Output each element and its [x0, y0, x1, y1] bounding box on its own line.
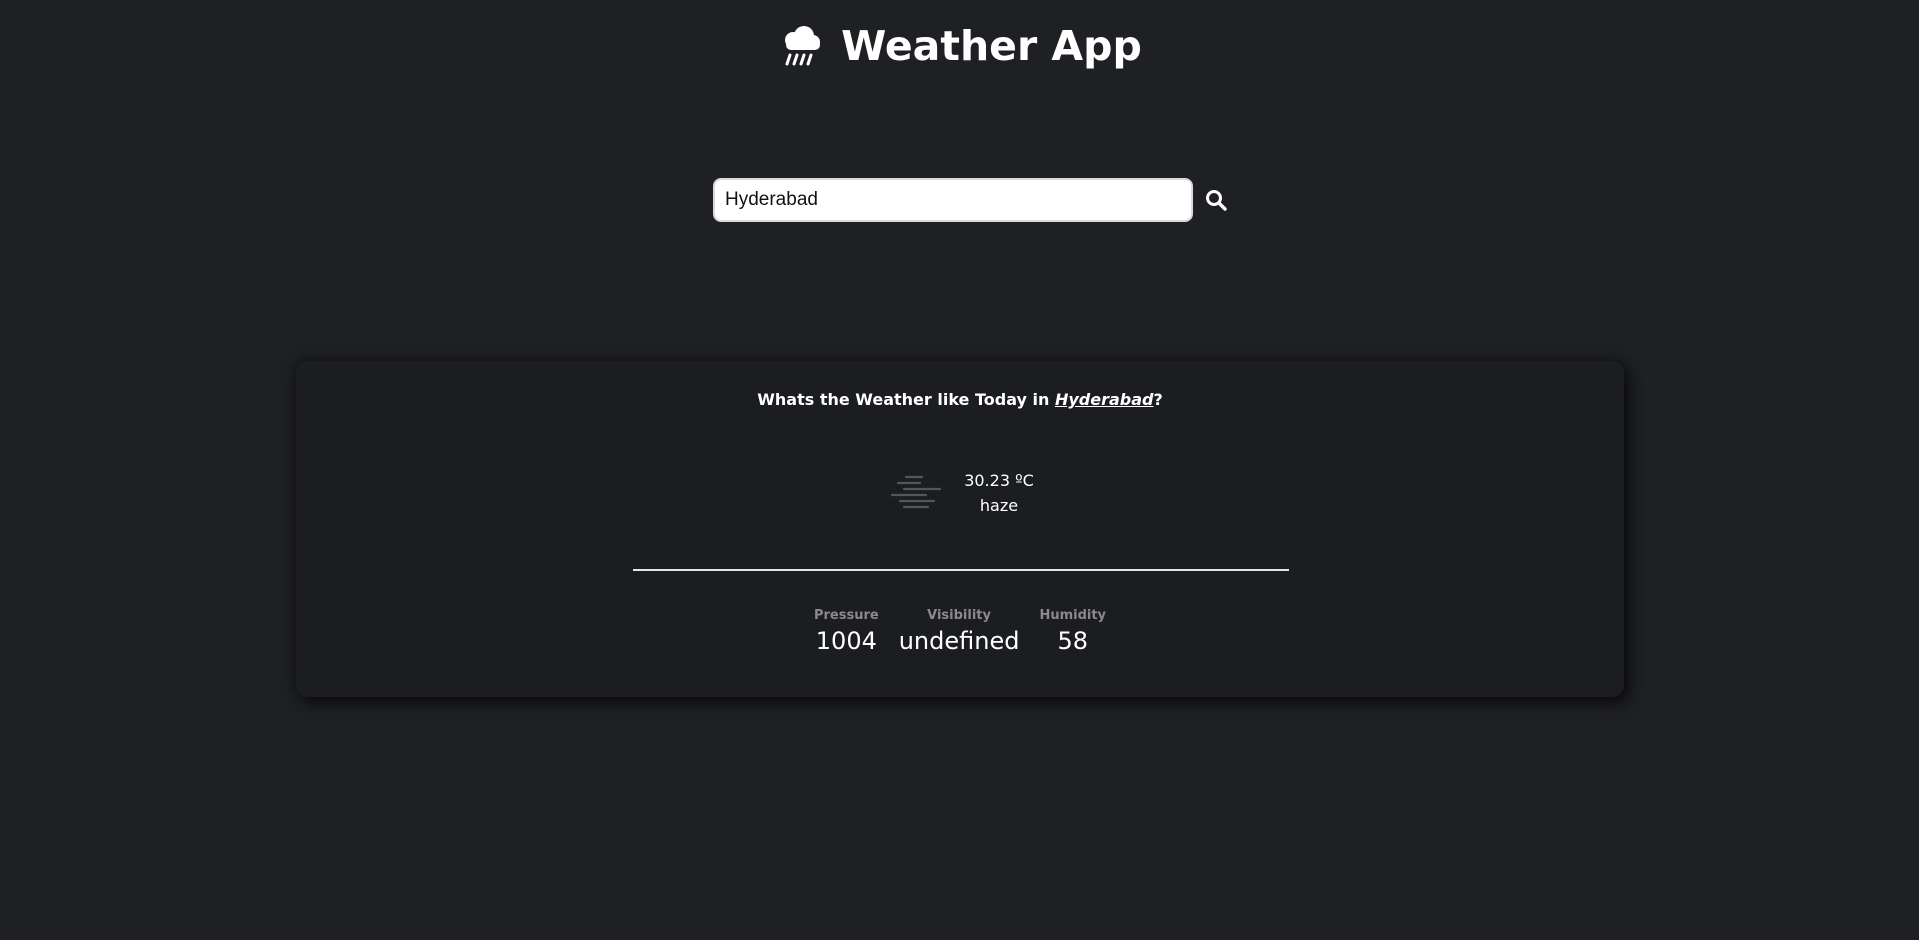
search-bar [713, 178, 1233, 222]
heading-prefix: Whats the Weather like Today in [757, 390, 1055, 409]
stat-visibility: Visibility undefined [899, 608, 1020, 658]
weather-heading: Whats the Weather like Today in Hyderaba… [296, 390, 1624, 409]
stat-value: 58 [1057, 627, 1088, 655]
stat-label: Visibility [927, 608, 991, 623]
search-button[interactable] [1199, 183, 1233, 217]
current-conditions: 30.23 ºC haze [296, 468, 1624, 518]
app-title: Weather App [841, 22, 1142, 70]
stat-humidity: Humidity 58 [1039, 608, 1106, 658]
stat-label: Pressure [813, 608, 879, 623]
app-header: Weather App [0, 22, 1919, 70]
haze-icon [891, 475, 942, 509]
divider [633, 569, 1289, 571]
stat-label: Humidity [1039, 608, 1107, 623]
heading-suffix: ? [1153, 390, 1163, 409]
stat-value: 1004 [815, 627, 877, 655]
weather-stats: Pressure 1004 Visibility undefined Humid… [296, 608, 1624, 658]
city-search-input[interactable] [713, 178, 1193, 222]
rain-cloud-icon [785, 26, 821, 66]
heading-city: Hyderabad [1054, 390, 1154, 409]
temperature-value: 30.23 ºC [964, 471, 1034, 490]
stat-value: undefined [898, 627, 1020, 655]
search-icon [1206, 190, 1227, 211]
stat-pressure: Pressure 1004 [814, 608, 879, 658]
condition-description: haze [979, 496, 1019, 515]
weather-card: Whats the Weather like Today in Hyderaba… [296, 361, 1624, 697]
condition-readout: 30.23 ºC haze [964, 468, 1034, 518]
